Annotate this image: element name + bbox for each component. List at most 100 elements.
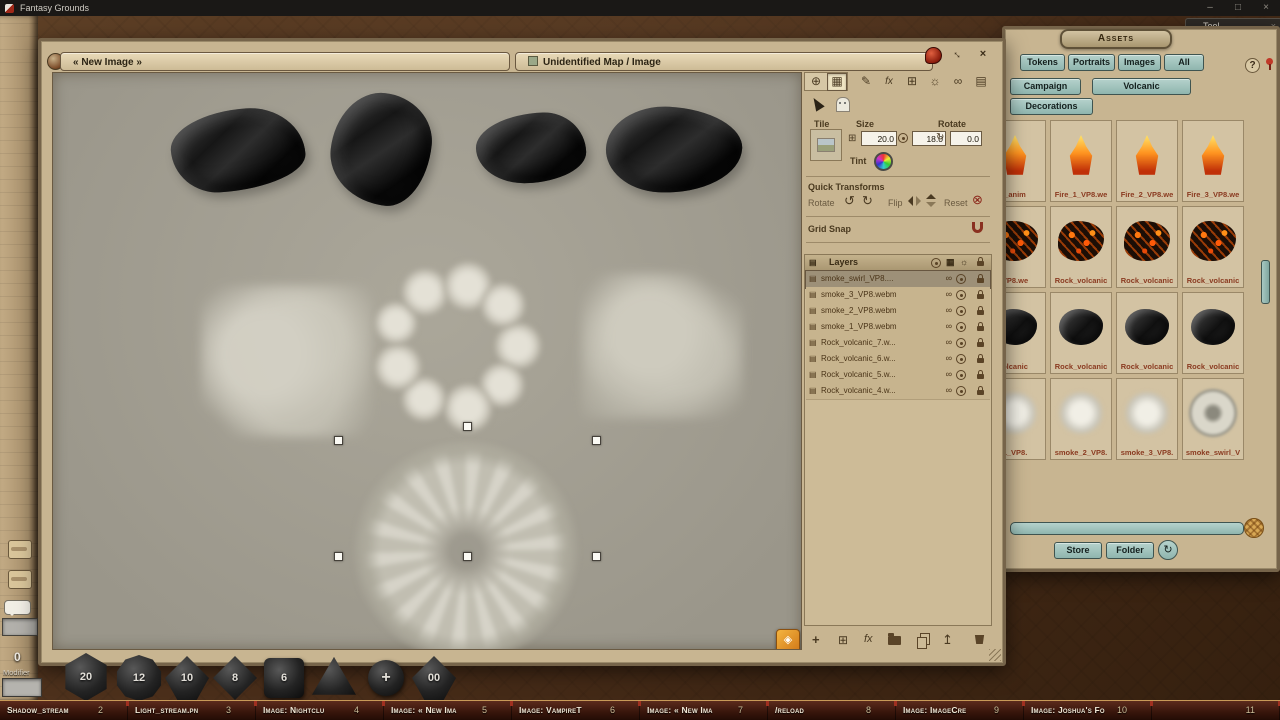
asset-item[interactable]: Fire_3_VP8.we	[1182, 120, 1244, 202]
layer-eye-icon[interactable]	[956, 306, 966, 316]
selection-handle[interactable]	[463, 552, 472, 561]
tile-mode-button[interactable]: ▦	[827, 73, 847, 91]
asset-item[interactable]: smoke_2_VP8.	[1050, 378, 1112, 460]
chat-input-box[interactable]	[2, 618, 38, 636]
layer-row[interactable]: ▤ smoke_2_VP8.webm ∞	[806, 303, 990, 320]
ghost-visibility-icon[interactable]	[836, 97, 850, 112]
layer-lock-icon[interactable]	[977, 294, 984, 299]
store-button[interactable]: Store	[1054, 542, 1102, 559]
rock-token[interactable]	[475, 111, 587, 185]
rotate-cw-icon[interactable]: ↻	[862, 193, 873, 209]
expand-window-button[interactable]: ↔	[949, 47, 965, 63]
layer-row[interactable]: ▤ Rock_volcanic_5.w... ∞	[806, 367, 990, 384]
layer-eye-icon[interactable]	[956, 354, 966, 364]
hotkey-slot[interactable]: Image: « New Ima5	[384, 701, 512, 720]
selection-handle[interactable]	[592, 552, 601, 561]
hotkey-slot[interactable]: Image: VampireT6	[512, 701, 640, 720]
selection-handle[interactable]	[592, 436, 601, 445]
layers-eye-icon[interactable]	[931, 258, 941, 268]
gm-chat-bubble-icon[interactable]	[4, 600, 31, 615]
layer-lock-icon[interactable]	[977, 374, 984, 379]
layer-link-icon[interactable]: ∞	[946, 305, 952, 315]
asset-item[interactable]: Fire_2_VP8.we	[1116, 120, 1178, 202]
modifier-die-button[interactable]: +	[368, 660, 404, 696]
visibility-eye-icon[interactable]	[898, 133, 908, 143]
asset-item[interactable]: Rock_volcanic	[1116, 206, 1178, 288]
hotkey-slot[interactable]: /reload8	[768, 701, 896, 720]
asset-item[interactable]: _anim	[1006, 120, 1046, 202]
tile-thumbnail[interactable]	[810, 129, 842, 161]
asset-item[interactable]: Fire_1_VP8.we	[1050, 120, 1112, 202]
horizontal-scrollbar[interactable]	[1010, 522, 1244, 535]
hotkey-slot[interactable]: Light_stream.pn3	[128, 701, 256, 720]
layers-lock-icon[interactable]	[977, 261, 984, 266]
tab-tokens[interactable]: Tokens	[1020, 54, 1065, 71]
asset-item[interactable]: smoke_swirl_V	[1182, 378, 1244, 460]
layers-sun-icon[interactable]: ☼	[960, 257, 968, 267]
asset-item[interactable]: Rock_volcanic	[1182, 292, 1244, 374]
hotkey-slot[interactable]: 11	[1152, 701, 1280, 720]
asset-item[interactable]: Rock_volcanic	[1050, 292, 1112, 374]
layer-link-icon[interactable]: ∞	[946, 289, 952, 299]
rock-token[interactable]	[168, 104, 307, 195]
flip-horizontal-icon[interactable]	[908, 196, 921, 206]
modifier-box[interactable]	[2, 678, 42, 697]
smoke-swirl-token[interactable]	[351, 441, 581, 650]
layer-lock-icon[interactable]	[977, 326, 984, 331]
rock-token[interactable]	[325, 88, 436, 210]
hotkey-slot[interactable]: Shadow_stream2	[0, 701, 128, 720]
layer-row[interactable]: ▤ smoke_swirl_VP8.... ∞	[806, 271, 990, 288]
layer-lock-icon[interactable]	[977, 358, 984, 363]
asset-item[interactable]: olcanic	[1006, 292, 1046, 374]
selection-handle[interactable]	[463, 422, 472, 431]
layer-lock-icon[interactable]	[977, 342, 984, 347]
tab-new-image[interactable]: « New Image »	[60, 52, 510, 71]
maximize-button[interactable]: □	[1224, 0, 1252, 16]
pin-icon[interactable]	[1266, 58, 1273, 65]
table-tool-button[interactable]: ▤	[971, 73, 991, 91]
rotate-input[interactable]	[950, 131, 982, 146]
die-d6[interactable]: 6	[264, 658, 304, 698]
tab-all[interactable]: All	[1164, 54, 1204, 71]
effects-icon[interactable]: fx	[864, 633, 873, 645]
layer-eye-icon[interactable]	[956, 338, 966, 348]
grid-tool-button[interactable]: ⊞	[902, 73, 922, 91]
tab-map-image[interactable]: Unidentified Map / Image	[515, 52, 933, 71]
close-image-window-button[interactable]: ×	[975, 47, 991, 63]
grid-toggle-button[interactable]: ◈	[776, 629, 800, 650]
tab-portraits[interactable]: Portraits	[1068, 54, 1115, 71]
close-button[interactable]: ×	[1252, 0, 1280, 16]
magnet-icon[interactable]	[972, 222, 983, 233]
layer-eye-icon[interactable]	[956, 322, 966, 332]
tab-images[interactable]: Images	[1118, 54, 1161, 71]
smoke-ring-token[interactable]	[361, 251, 551, 441]
folder-button[interactable]: Folder	[1106, 542, 1154, 559]
layer-lock-icon[interactable]	[977, 278, 984, 283]
asset-item[interactable]: smoke_3_VP8.	[1116, 378, 1178, 460]
rock-token[interactable]	[604, 104, 744, 197]
color-wheel-icon[interactable]	[874, 152, 893, 171]
folder-add-icon[interactable]	[888, 636, 901, 645]
asset-item[interactable]: Rock_volcanic	[1182, 206, 1244, 288]
token-mode-button[interactable]: ⊕	[806, 73, 826, 91]
add-layer-icon[interactable]: +	[812, 632, 820, 647]
layers-grid-icon[interactable]: ▦	[946, 257, 955, 268]
hotkey-slot[interactable]: Image: Joshua's Fo10	[1024, 701, 1152, 720]
layer-row[interactable]: ▤ smoke_3_VP8.webm ∞	[806, 287, 990, 304]
draw-tool-button[interactable]: ✎	[856, 73, 876, 91]
layer-row[interactable]: ▤ Rock_volcanic_4.w... ∞	[806, 383, 990, 400]
layer-lock-icon[interactable]	[977, 390, 984, 395]
export-icon[interactable]: ↥	[942, 632, 953, 648]
layer-eye-icon[interactable]	[956, 290, 966, 300]
refresh-button[interactable]: ↻	[1158, 540, 1178, 560]
map-canvas[interactable]: ◈	[52, 72, 802, 650]
flip-vertical-icon[interactable]	[926, 194, 936, 207]
asset-item[interactable]: 1_VP8.	[1006, 378, 1046, 460]
effects-tool-button[interactable]: fx	[879, 73, 899, 91]
layer-row[interactable]: ▤ smoke_1_VP8.webm ∞	[806, 319, 990, 336]
wicker-ball-icon[interactable]	[1244, 518, 1264, 538]
pointer-tool-icon[interactable]	[809, 95, 824, 111]
trash-icon[interactable]	[974, 633, 985, 644]
asset-item[interactable]: VP8.we	[1006, 206, 1046, 288]
layer-link-icon[interactable]: ∞	[946, 321, 952, 331]
